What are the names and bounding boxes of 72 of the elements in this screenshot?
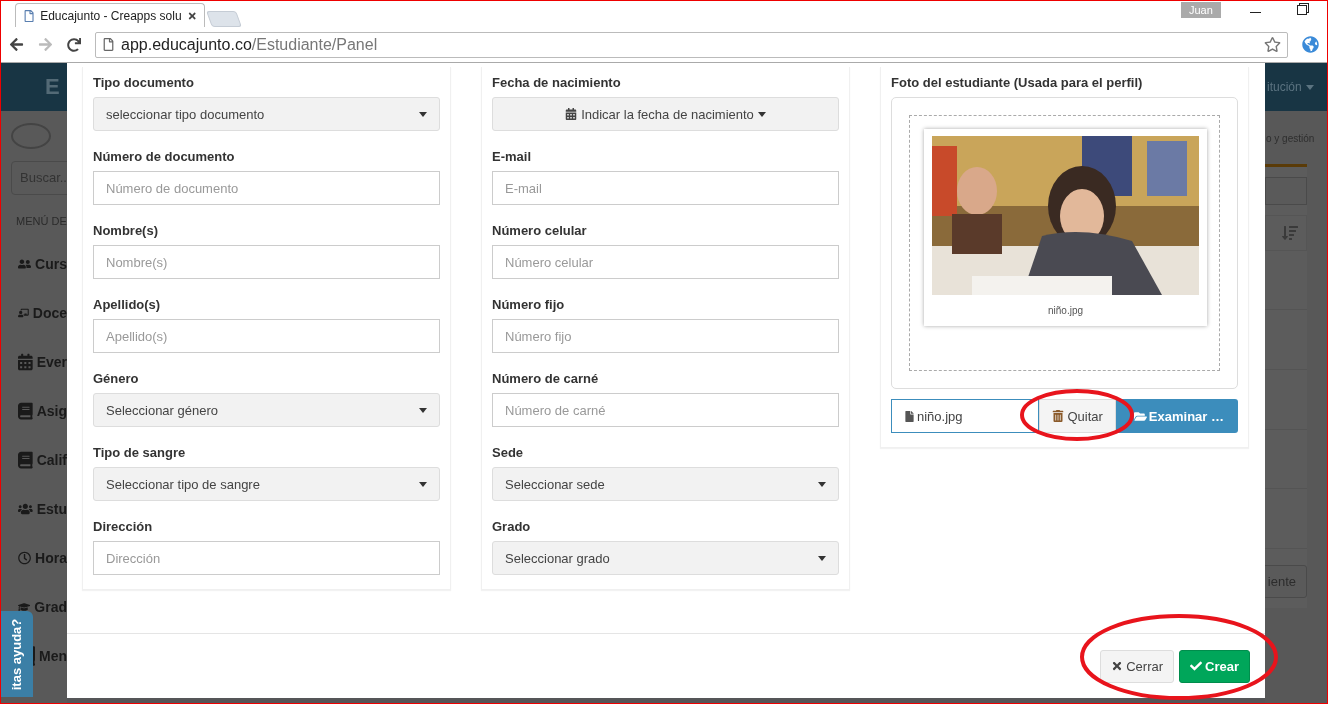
field-label: Número celular [492,222,588,240]
field-label: Dirección [93,518,154,536]
field-label: Apellido(s) [93,296,162,314]
sidebar-item[interactable]: Asig [1,386,67,435]
trash-icon [1052,410,1065,422]
input-field[interactable]: Número celular [492,245,839,279]
select-field[interactable]: Seleccionar tipo de sangre [93,467,440,501]
restore-icon[interactable] [1297,5,1307,15]
caret-icon [818,481,826,487]
browse-button[interactable]: Examinar … [1115,399,1238,433]
field-label: Fecha de nacimiento [492,74,622,92]
tab-title: Educajunto - Creapps solu [40,8,182,23]
reload-icon[interactable] [67,37,81,52]
field-label: Género [93,370,140,388]
input-field[interactable]: Número fijo [492,319,839,353]
field-label: Número de documento [93,148,236,166]
filter-field[interactable] [1265,177,1307,205]
field-label: Sede [492,444,525,462]
browser-tab[interactable]: Educajunto - Creapps solu [15,3,205,27]
page-icon [24,9,35,22]
address-bar[interactable]: app.educajunto.co/Estudiante/Panel [95,31,1288,58]
input-field[interactable]: Nombre(s) [93,245,440,279]
field-label: Tipo documento [93,74,195,92]
close-button[interactable]: Cerrar [1100,649,1175,683]
file-name-field: niño.jpg [891,399,1040,433]
caret-icon [1305,84,1314,90]
input-field[interactable]: Número de documento [93,171,440,205]
sidebar-item[interactable]: Hora [1,533,67,582]
select-field[interactable]: Seleccionar sede [492,467,839,501]
caret-icon [419,481,427,487]
page-icon [102,38,115,51]
close-icon [1111,660,1124,672]
remove-button[interactable]: Quitar [1039,399,1116,433]
sidebar-item[interactable]: Doce [1,288,67,337]
photo-caption: niño.jpg [1048,305,1083,316]
sidebar-item[interactable]: Curs [1,239,67,288]
field-label: Grado [492,518,532,536]
field-label: Foto del estudiante (Usada para el perfil) [891,74,1144,92]
select-field[interactable]: Seleccionar grado [492,541,839,575]
caret-icon [419,111,427,117]
sidebar-item[interactable]: Estu [1,484,67,533]
caret-icon [818,555,826,561]
brand-text: E [45,74,60,100]
field-label: Nombre(s) [93,222,159,240]
file-icon [904,410,915,422]
create-button[interactable]: Crear [1179,649,1250,683]
check-icon [1190,660,1203,672]
back-icon[interactable] [9,37,24,52]
input-field[interactable]: Apellido(s) [93,319,440,353]
input-field[interactable]: Número de carné [492,393,839,427]
sidebar-item[interactable]: Calif [1,435,67,484]
calendar-icon [565,108,578,120]
field-label: E-mail [492,148,532,166]
close-icon[interactable] [187,10,196,21]
caret-icon [419,407,427,413]
field-label: Tipo de sangre [93,444,187,462]
field-label: Número fijo [492,296,566,314]
select-field[interactable]: seleccionar tipo documento [93,97,440,131]
select-field[interactable]: Seleccionar género [93,393,440,427]
help-tab[interactable]: itas ayuda? [1,611,33,697]
date-button[interactable]: Indicar la fecha de nacimiento [492,97,839,131]
url-text: app.educajunto.co/Estudiante/Panel [121,35,378,54]
caret-icon [757,111,766,117]
input-field[interactable]: E-mail [492,171,839,205]
header-menu[interactable]: itución [1267,80,1302,94]
input-field[interactable]: Dirección [93,541,440,575]
field-label: Número de carné [492,370,600,388]
sidebar-item[interactable]: Ever [1,337,67,386]
globe-icon[interactable] [1302,36,1319,53]
user-badge: Juan [1181,2,1221,18]
star-icon[interactable] [1264,36,1281,53]
folder-icon [1133,409,1147,423]
